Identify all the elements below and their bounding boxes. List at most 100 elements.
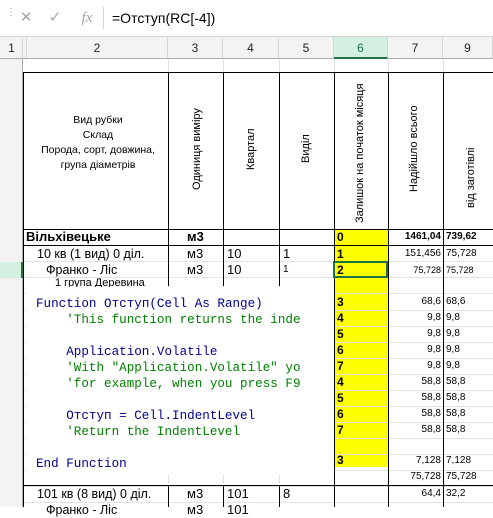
cell-r3-c9[interactable]: 75,728	[443, 262, 493, 278]
cell-r1-c7[interactable]: 1461,04	[388, 229, 441, 245]
header-col2-line4: група діаметрів	[60, 159, 136, 171]
row-header-selected[interactable]	[0, 262, 23, 278]
column-header-3[interactable]: 3	[168, 37, 223, 59]
cancel-icon[interactable]: ✕	[17, 9, 35, 27]
header-col3: Одиниця виміру	[191, 108, 203, 190]
code-line-1: Function Отступ(Cell As Range)	[36, 296, 263, 312]
cell-c7-v8[interactable]: 58,8	[388, 406, 441, 422]
code-line-2: 'This function returns the inde	[36, 313, 301, 327]
code-line-4: 'With "Application.Volatile" yo	[36, 361, 301, 375]
cell-c9-v1[interactable]: 68,6	[443, 294, 493, 310]
code-line-8: End Function	[36, 457, 127, 471]
cell-c7-v1[interactable]: 68,6	[388, 294, 441, 310]
cell-r-bottom-c2[interactable]: 101 кв (8 вид) 0 діл.	[37, 486, 151, 502]
cell-r-cut-c2[interactable]: Франко - Ліс	[46, 502, 117, 518]
cell-c7-v5[interactable]: 9,8	[388, 358, 441, 374]
row-headers[interactable]	[0, 59, 23, 507]
formula-bar-separator	[103, 7, 104, 29]
cell-c6-v5[interactable]: 7	[337, 358, 344, 374]
cell-c6-v8[interactable]: 6	[337, 406, 344, 422]
cell-r2-c9[interactable]: 75,728	[443, 246, 493, 262]
cell-c9-v3[interactable]: 9,8	[443, 326, 493, 342]
insert-function-icon[interactable]: fx	[78, 9, 96, 27]
code-line-6: Отступ = Cell.IndentLevel	[36, 409, 256, 423]
header-col7: Надійшло всього	[408, 105, 420, 192]
column-header-4[interactable]: 4	[223, 37, 279, 59]
cell-r-bottom-c5[interactable]: 8	[283, 486, 290, 502]
header-col2-line1: Вид рубки	[73, 114, 123, 126]
cell-r3-c4[interactable]: 10	[227, 262, 241, 278]
cell-c9-v11[interactable]: 7,128	[443, 453, 493, 469]
cell-r-bottom-c3[interactable]: м3	[187, 486, 203, 502]
cell-c9-v6[interactable]: 58,8	[443, 374, 493, 390]
cell-c6-v7[interactable]: 5	[337, 390, 344, 406]
cell-r-cut-c3[interactable]: м3	[187, 502, 203, 518]
column-header-6[interactable]: 6	[334, 37, 388, 59]
cell-r1-c9[interactable]: 739,62	[443, 229, 493, 245]
cell-c9-v4[interactable]: 9,8	[443, 342, 493, 358]
column-header-5[interactable]: 5	[279, 37, 334, 59]
cell-c9-v8[interactable]: 58,8	[443, 406, 493, 422]
cell-r2-c7[interactable]: 151,456	[388, 246, 441, 262]
column-header-9[interactable]: 9	[443, 37, 493, 59]
column-header-1-label: 1	[8, 41, 15, 55]
cell-r3-c3[interactable]: м3	[187, 262, 203, 278]
header-col2-line3: Порода, сорт, довжина,	[41, 144, 155, 156]
code-line-5: 'for example, when you press F9	[36, 377, 301, 391]
cell-r2-c6[interactable]: 1	[337, 246, 344, 262]
cell-r1-c3[interactable]: м3	[187, 229, 204, 245]
cell-c7-v11[interactable]: 7,128	[388, 453, 441, 469]
cell-c7-v12[interactable]: 75,728	[388, 469, 441, 485]
check-icon[interactable]: ✓	[46, 9, 64, 27]
cell-r-bottom-c9[interactable]: 32,2	[443, 486, 493, 502]
header-col4: Квартал	[245, 128, 257, 170]
table-border	[223, 485, 224, 507]
cell-c7-v3[interactable]: 9,8	[388, 326, 441, 342]
cell-r3-c2[interactable]: Франко - Ліс	[46, 262, 117, 278]
cell-r1-c2[interactable]: Вільхівецьке	[26, 229, 111, 245]
table-border	[388, 72, 389, 507]
cell-r3-c5[interactable]: 1	[283, 262, 289, 278]
cell-r3-c7[interactable]: 75,728	[388, 262, 441, 278]
code-line-3: Application.Volatile	[36, 345, 218, 359]
vba-code-overlay: Function Отступ(Cell As Range) 'This fun…	[26, 287, 334, 474]
cell-c7-v6[interactable]: 58,8	[388, 374, 441, 390]
cell-c9-v12[interactable]: 75,728	[443, 469, 493, 485]
header-col6: Залишок на початок місяця	[354, 83, 366, 223]
cell-c7-v7[interactable]: 58,8	[388, 390, 441, 406]
cell-r-bottom-c7[interactable]: 64,4	[388, 486, 441, 502]
cell-c6-v9[interactable]: 7	[337, 422, 344, 438]
header-col5: Виділ	[300, 134, 312, 163]
cell-r2-c3[interactable]: м3	[187, 246, 203, 262]
cell-r-bottom-c4[interactable]: 101	[227, 486, 249, 502]
cell-c7-v4[interactable]: 9,8	[388, 342, 441, 358]
cell-c6-v11[interactable]: 3	[337, 452, 344, 468]
table-border	[443, 72, 444, 507]
cell-r2-c5[interactable]: 1	[283, 246, 290, 262]
cell-c9-v2[interactable]: 9,8	[443, 310, 493, 326]
cell-c6-v2[interactable]: 4	[337, 310, 344, 326]
column-header-2[interactable]: 2	[27, 37, 168, 59]
header-col2-line2: Склад	[82, 129, 114, 141]
cell-c7-v9[interactable]: 58,8	[388, 422, 441, 438]
cell-c6-v6[interactable]: 4	[337, 374, 344, 390]
active-cell[interactable]	[333, 261, 388, 278]
cell-r2-c4[interactable]: 10	[227, 246, 241, 262]
cell-r2-c2[interactable]: 10 кв (1 вид) 0 діл.	[37, 246, 144, 262]
cell-c7-v2[interactable]: 9,8	[388, 310, 441, 326]
cell-r1-c6[interactable]: 0	[337, 229, 344, 245]
table-border	[168, 72, 169, 286]
cell-c9-v7[interactable]: 58,8	[443, 390, 493, 406]
column-header-7[interactable]: 7	[388, 37, 443, 59]
table-border	[168, 485, 169, 507]
cell-c6-v4[interactable]: 6	[337, 342, 344, 358]
cell-c6-v1[interactable]: 3	[337, 294, 344, 310]
code-line-7: 'Return the IndentLevel	[36, 425, 241, 439]
table-border	[23, 72, 24, 507]
cell-c6-v3[interactable]: 5	[337, 326, 344, 342]
cell-c9-v5[interactable]: 9,8	[443, 358, 493, 374]
cell-r-cut-c4[interactable]: 101	[227, 502, 249, 518]
cell-c9-v9[interactable]: 58,8	[443, 422, 493, 438]
formula-input[interactable]: =Отступ(RC[-4])	[112, 9, 215, 27]
table-border	[23, 72, 493, 73]
